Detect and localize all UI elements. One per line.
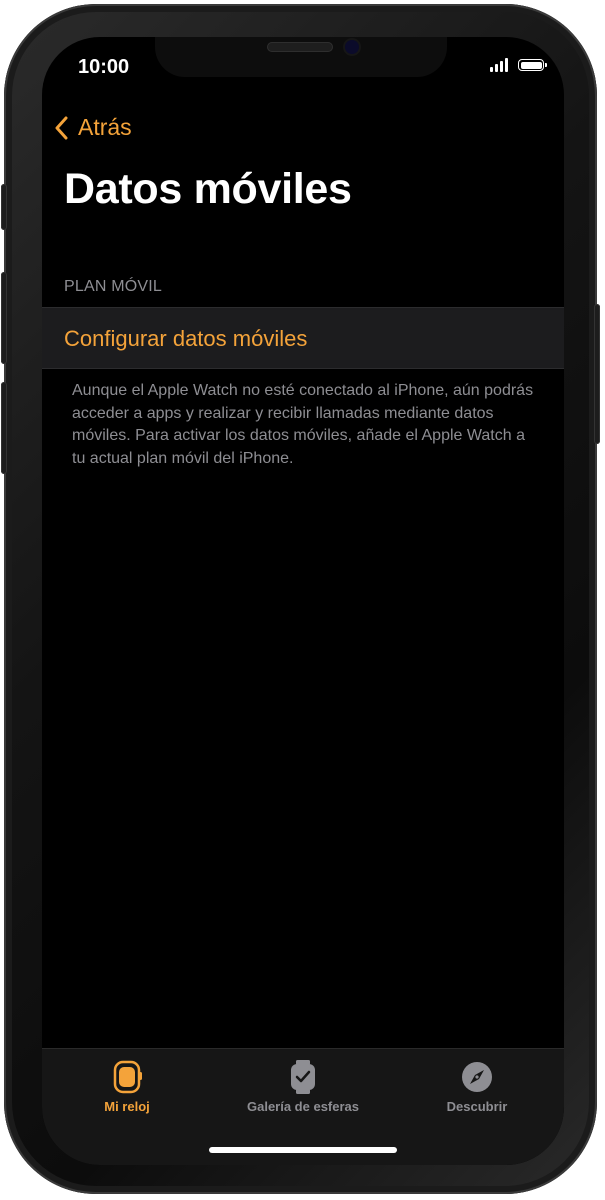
screen: 10:00 Atrás Datos móviles PLAN MÓVIL Con…	[42, 37, 564, 1165]
tab-discover-label: Descubrir	[446, 1099, 508, 1114]
configure-cellular-cell[interactable]: Configurar datos móviles	[42, 307, 564, 369]
back-button[interactable]: Atrás	[54, 114, 132, 141]
back-label: Atrás	[78, 114, 132, 140]
tab-my-watch[interactable]: Mi reloj	[42, 1060, 212, 1114]
volume-up-button	[1, 272, 7, 364]
watch-face-icon	[291, 1060, 315, 1094]
tab-my-watch-label: Mi reloj	[104, 1099, 150, 1114]
cellular-signal-icon	[490, 58, 508, 72]
watch-icon	[113, 1060, 142, 1094]
home-indicator[interactable]	[209, 1147, 397, 1153]
section-header: PLAN MÓVIL	[64, 278, 163, 295]
tab-bar: Mi reloj Galería de esferas Descubrir	[42, 1048, 564, 1165]
compass-icon	[462, 1062, 492, 1092]
section-footer: Aunque el Apple Watch no esté conectado …	[72, 382, 534, 467]
battery-icon	[518, 59, 547, 71]
chevron-left-icon	[55, 116, 68, 139]
page-title: Datos móviles	[64, 165, 352, 213]
tab-face-gallery[interactable]: Galería de esferas	[218, 1060, 388, 1114]
status-time: 10:00	[78, 56, 130, 78]
front-camera	[345, 40, 359, 54]
side-button	[594, 304, 600, 444]
tab-discover[interactable]: Descubrir	[392, 1060, 562, 1114]
notch	[155, 37, 447, 77]
speaker-grille	[267, 42, 333, 52]
tab-face-gallery-label: Galería de esferas	[246, 1099, 360, 1114]
configure-cellular-label: Configurar datos móviles	[64, 326, 308, 351]
volume-down-button	[1, 382, 7, 474]
status-indicators	[490, 58, 547, 72]
action-button	[1, 184, 7, 230]
